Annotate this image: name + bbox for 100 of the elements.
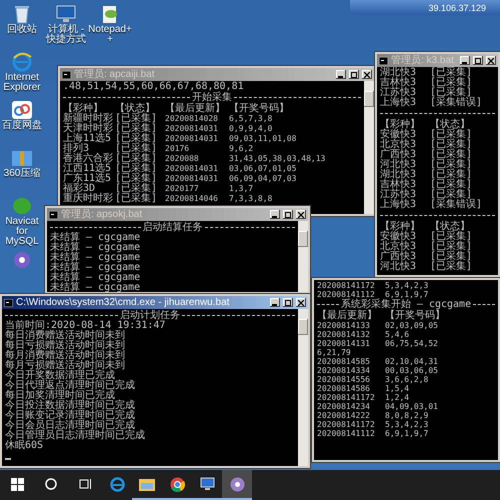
column-heading: 【开奖号码】 — [385, 310, 446, 320]
column-heading: 【最后更新】 — [317, 310, 378, 320]
table-cell-text: 31,43,05,38,03,48,13 — [229, 154, 326, 164]
section-heading: 启动结算任务 — [142, 222, 202, 232]
table-cell-text: [已采集] — [430, 78, 474, 88]
table-cell-text: 20200814046 — [165, 194, 219, 204]
browser-e-icon — [11, 52, 33, 72]
maximize-button[interactable] — [283, 298, 293, 307]
maximize-button[interactable] — [349, 70, 359, 79]
table-cell-text: 0,9,9,4,0 — [229, 124, 274, 134]
desktop-icon-label[interactable]: Navicat for MySQL — [0, 217, 44, 247]
desktop-icon-label[interactable]: 计算机 - 快捷方式 — [44, 25, 88, 45]
console-icon — [49, 210, 58, 218]
table-cell-text: 6,9,1,9,7 — [385, 290, 430, 299]
table-cell-text: 1,2,4 — [385, 393, 410, 403]
console-line: 未结算 — cgcgame — [50, 242, 140, 253]
minimize-button[interactable] — [336, 70, 346, 79]
computer-icon — [200, 477, 214, 491]
table-cell-text: [已采集] — [115, 184, 158, 194]
taskbar-button[interactable] — [222, 470, 252, 500]
table-cell-text: [已采集] — [115, 174, 158, 184]
table-cell-text: 广西快3 — [380, 150, 418, 160]
desktop-icon-label[interactable]: 回收站 — [0, 25, 44, 35]
table-cell-text: [已采集] — [430, 252, 474, 262]
console-icon — [379, 56, 388, 64]
minimize-button[interactable] — [270, 298, 280, 307]
console-line: 每日亏损赠送活动时间未到 — [5, 340, 125, 351]
close-button[interactable] — [296, 210, 306, 219]
scrollbar[interactable] — [364, 81, 374, 214]
close-button[interactable] — [486, 56, 496, 65]
close-icon — [298, 300, 304, 306]
table-cell-text: 江苏快3 — [380, 88, 418, 98]
desktop-icon-label[interactable]: 百度网盘 — [0, 121, 44, 131]
column-heading: 【彩种】 — [380, 120, 421, 130]
table-cell-text: 20200814234 — [317, 402, 371, 412]
console-icon — [62, 70, 71, 78]
table-cell-text: 江苏快3 — [380, 190, 418, 200]
table-cell-text: 湖北快3 — [380, 68, 418, 78]
table-cell-text: 202008141172 — [317, 420, 376, 430]
table-cell-text: 202008141172 — [317, 281, 376, 291]
close-button[interactable] — [296, 298, 306, 307]
table-cell-text: [已采集] — [430, 262, 474, 272]
console-line: 未结算 — cgcgame — [50, 252, 140, 263]
column-heading: 【开奖号码】 — [229, 104, 290, 114]
table-cell-text: 5,3,4,2,3 — [385, 420, 430, 430]
console-line: 今日管理员日志清理时间已完成 — [5, 430, 145, 441]
table-cell-text: [已采集] — [430, 242, 474, 252]
section-heading: 启动计划任务 — [120, 310, 180, 320]
table-cell-text: [采集错误] — [430, 200, 484, 210]
close-button[interactable] — [362, 70, 372, 79]
desktop-icon-label[interactable]: Notepad++ — [88, 25, 132, 45]
desktop-icon-label[interactable]: Internet Explorer — [0, 73, 44, 93]
console-line: 未结算 — cgcgame — [50, 232, 140, 243]
table-cell-text: [已采集] — [115, 194, 158, 204]
table-cell-text: 8,0,8,2,9 — [385, 411, 430, 421]
scrollbar[interactable] — [298, 221, 308, 292]
table-cell-text: [已采集] — [430, 232, 474, 242]
table-cell-text: 2020088 — [165, 154, 200, 164]
window-title: C:\Windows\system32\cmd.exe - jihuarenwu.bat — [16, 296, 230, 308]
desktop-icon-label[interactable]: 360压缩 — [0, 169, 44, 179]
minimize-button[interactable] — [270, 210, 280, 219]
table-cell-text: 20200814031 — [165, 134, 219, 144]
text-cursor — [5, 458, 11, 460]
table-cell-text: 20200814133 — [317, 321, 371, 331]
table-cell-text: [已采集] — [115, 164, 158, 174]
table-cell-text: 04,09,03,01 — [385, 402, 439, 412]
table-cell-text: 3,6,6,2,8 — [385, 375, 430, 385]
table-cell-text: 20176 — [165, 144, 190, 154]
column-heading: 【彩种】 — [380, 222, 421, 232]
table-cell-text: [已采集] — [430, 150, 474, 160]
table-cell-text: 202008141172 — [317, 393, 376, 403]
minimize-button[interactable] — [460, 56, 470, 65]
section-heading: 系统彩采集开始 — cgcgame — [340, 300, 472, 310]
table-cell-text: 02,03,09,05 — [385, 321, 439, 331]
table-cell-text: 09,03,11,01,08 — [229, 134, 298, 144]
maximize-button[interactable] — [283, 210, 293, 219]
table-cell-text: [已采集] — [115, 114, 158, 124]
scrollbar[interactable] — [298, 309, 308, 466]
table-cell-text: [已采集] — [430, 160, 474, 170]
table-cell-text: 20200814031 — [165, 174, 219, 184]
browser-e-icon — [110, 476, 124, 492]
table-cell-text: 广西快3 — [380, 252, 418, 262]
table-cell-text: 安徽快3 — [380, 130, 418, 140]
table-cell-text: 天津时时彩 — [63, 124, 114, 134]
console-line: 6,21,79 — [317, 348, 351, 357]
table-cell-text: 7,3,3,8,8 — [229, 194, 274, 204]
console-line: 休眠60S — [5, 440, 44, 451]
close-icon — [488, 58, 494, 64]
maximize-icon — [285, 212, 291, 218]
table-cell-text: 上海快3 — [380, 98, 418, 108]
table-cell-text: [已采集] — [115, 124, 158, 134]
console-line: 每日消费赠送活动时间未到 — [5, 330, 125, 341]
table-cell-text: 北京快3 — [380, 242, 418, 252]
folder-icon — [139, 478, 155, 490]
table-cell-text: 202008141112 — [317, 290, 375, 299]
maximize-button[interactable] — [473, 56, 483, 65]
table-cell-text: 上海快3 — [380, 200, 418, 210]
app-icon — [11, 250, 33, 270]
table-cell-text: 20200814556 — [317, 375, 371, 385]
chrome-icon — [170, 476, 184, 492]
